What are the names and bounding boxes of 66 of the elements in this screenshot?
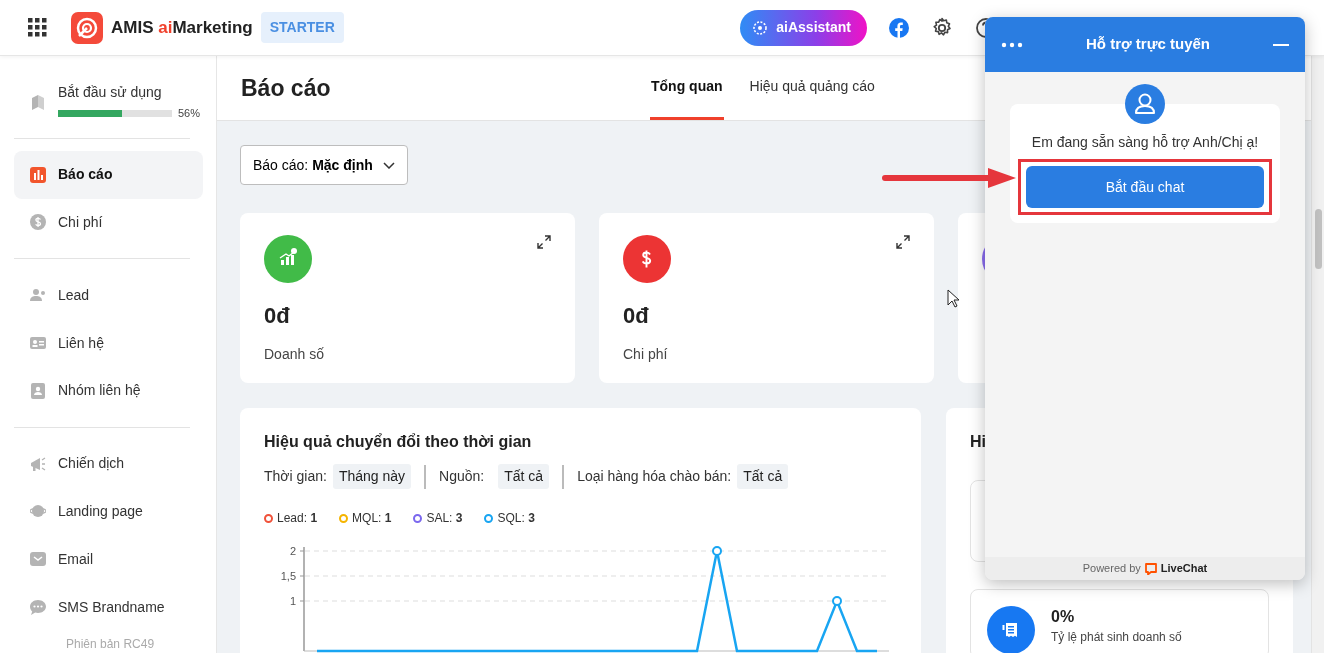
panel-title: Hi <box>970 432 987 452</box>
mail-icon <box>30 551 46 568</box>
sidebar-item[interactable]: Nhóm liên hệ <box>14 367 203 415</box>
filter-label: Thời gian: <box>264 467 327 486</box>
facebook-icon[interactable] <box>889 17 909 38</box>
sidebar-item[interactable]: Báo cáo <box>14 150 203 199</box>
livechat-label[interactable]: LiveChat <box>1160 560 1208 577</box>
sidebar-item[interactable]: Liên hệ <box>14 319 203 367</box>
tab[interactable]: Hiệu quả quảng cáo <box>748 55 876 120</box>
stat-label: Chi phí <box>623 345 669 364</box>
chevron-down-icon <box>382 161 395 169</box>
filter-label: Nguồn: <box>439 467 485 486</box>
sidebar-item[interactable]: SMS Brandname <box>14 583 203 631</box>
legend-label: SAL: 3 <box>426 510 463 527</box>
axis-tick-label: 1,5 <box>280 570 296 582</box>
settings-icon[interactable] <box>931 16 953 39</box>
stat-value: 0đ <box>264 302 291 330</box>
filter-value[interactable]: Tất cả <box>737 464 789 489</box>
start-chat-button[interactable]: Bắt đầu chat <box>1026 166 1264 208</box>
scrollbar-thumb[interactable] <box>1314 209 1322 269</box>
chat-bubble-icon <box>30 599 46 616</box>
legend-label: SQL: 3 <box>497 510 535 527</box>
stat-label: Doanh số <box>264 345 325 364</box>
expand-icon[interactable] <box>537 235 551 249</box>
version-label: Phiên bản RC49 <box>66 635 156 653</box>
plan-badge: STARTER <box>260 12 344 43</box>
chart-title: Hiệu quả chuyển đổi theo thời gian <box>264 432 533 452</box>
sidebar-item[interactable]: Chi phí <box>14 198 203 247</box>
logo-text: AMIS aiMarketing <box>111 16 253 39</box>
progress-percent: 56% <box>178 106 201 122</box>
filter-value[interactable]: Tháng này <box>332 464 412 489</box>
stat-value: 0đ <box>623 302 650 330</box>
app-grid-icon[interactable] <box>28 18 47 37</box>
more-icon[interactable] <box>1001 41 1023 48</box>
people-icon <box>30 287 46 304</box>
chat-title: Hỗ trợ trực tuyến <box>1085 34 1210 55</box>
data-point[interactable] <box>712 546 722 556</box>
ai-assistant-button[interactable]: aiAssistant <box>740 9 867 46</box>
contact-book-icon <box>30 382 46 399</box>
report-dropdown[interactable]: Báo cáo: Mặc định <box>240 145 408 185</box>
sidebar-item[interactable]: Landing page <box>14 487 203 536</box>
planet-icon <box>30 503 46 520</box>
logo-icon <box>71 11 103 44</box>
dollar-icon <box>30 214 46 231</box>
data-point[interactable] <box>832 596 842 606</box>
sidebar-item[interactable]: Chiến dịch <box>14 439 203 488</box>
filter-label: Loại hàng hóa chào bán: <box>577 467 732 486</box>
axis-tick-label: 1 <box>289 595 296 607</box>
minimize-icon[interactable] <box>1273 43 1289 46</box>
axis-tick-label: 2 <box>289 545 296 557</box>
powered-by-label: Powered by <box>1082 561 1141 577</box>
page-title: Báo cáo <box>241 73 332 103</box>
megaphone-icon <box>30 455 46 472</box>
filter-value[interactable]: Tất cả <box>498 464 550 489</box>
sidebar-item[interactable]: Email <box>14 535 203 584</box>
onboarding-label[interactable]: Bắt đầu sử dụng <box>58 83 201 102</box>
bar-chart-icon <box>30 166 46 183</box>
chat-logo-icon <box>1144 562 1157 575</box>
chat-message: Em đang sẵn sàng hỗ trợ Anh/Chị ạ! <box>1030 133 1260 152</box>
id-card-icon <box>30 335 46 352</box>
expand-icon[interactable] <box>896 235 910 249</box>
sidebar-item[interactable]: Lead <box>14 271 203 320</box>
legend-label: Lead: 1 <box>277 510 318 527</box>
legend-label: MQL: 1 <box>352 510 392 527</box>
metric-label: Tỷ lệ phát sinh doanh số <box>1051 630 1182 644</box>
metric-value: 0% <box>1051 608 1076 626</box>
